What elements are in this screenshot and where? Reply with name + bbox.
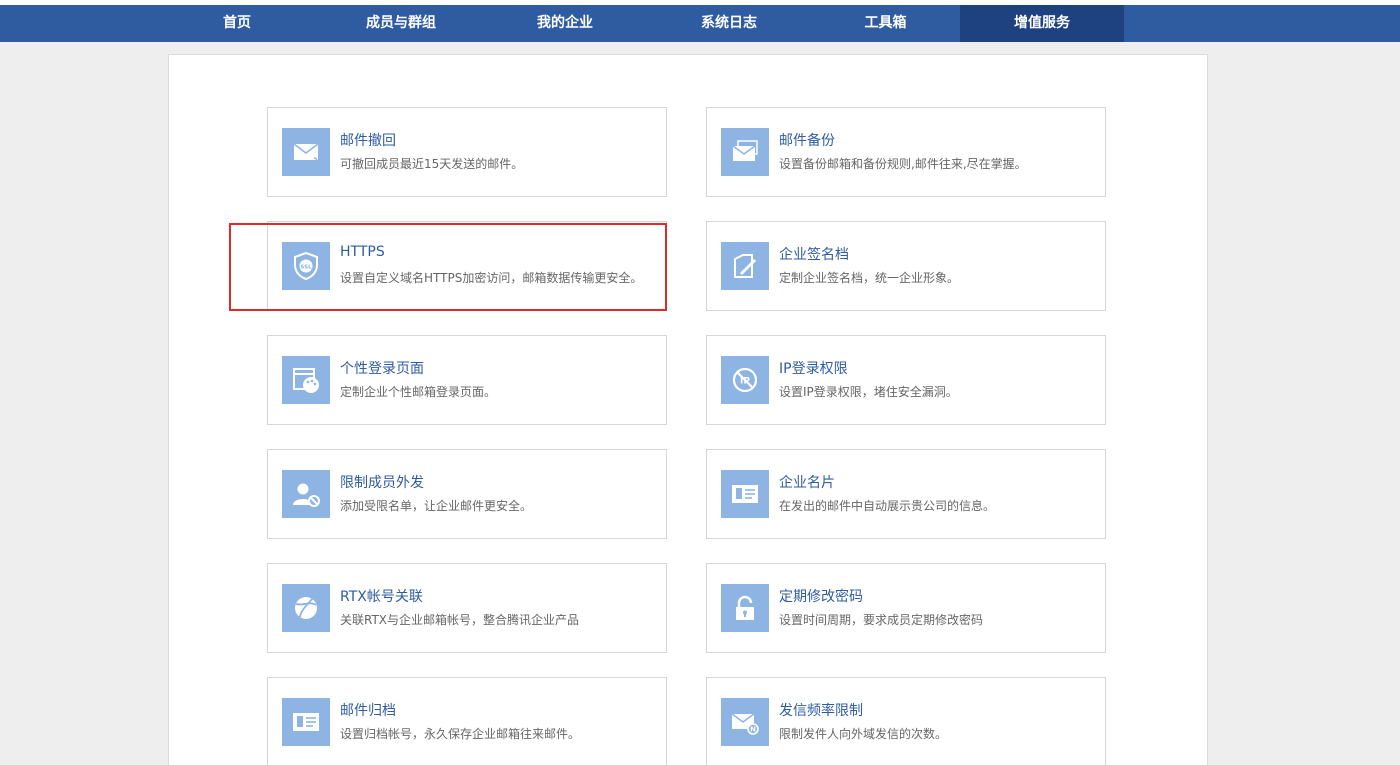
nav-toolbox[interactable]: 工具箱 bbox=[811, 5, 960, 42]
nav-home[interactable]: 首页 bbox=[155, 5, 319, 42]
service-card-mail-archive[interactable]: 邮件归档 设置归档帐号，永久保存企业邮箱往来邮件。 bbox=[267, 677, 667, 765]
service-title: 企业名片 bbox=[779, 475, 835, 491]
nav-menu: 首页 成员与群组 我的企业 系统日志 工具箱 增值服务 bbox=[155, 5, 1124, 42]
svg-text:N: N bbox=[750, 726, 756, 734]
service-card-mail-backup[interactable]: 邮件备份 设置备份邮箱和备份规则,邮件往来,尽在掌握。 bbox=[706, 107, 1106, 197]
service-desc: 设置自定义域名HTTPS加密访问，邮箱数据传输更安全。 bbox=[340, 271, 643, 285]
nav-my-enterprise[interactable]: 我的企业 bbox=[483, 5, 647, 42]
service-desc: 设置时间周期，要求成员定期修改密码 bbox=[779, 613, 984, 627]
service-title: IP登录权限 bbox=[779, 361, 848, 377]
service-desc: 设置备份邮箱和备份规则,邮件往来,尽在掌握。 bbox=[779, 157, 1027, 171]
service-desc: 定制企业签名档，统一企业形象。 bbox=[779, 271, 960, 285]
service-desc: 添加受限名单，让企业邮件更安全。 bbox=[340, 499, 533, 513]
service-card-restrict-external[interactable]: 限制成员外发 添加受限名单，让企业邮件更安全。 bbox=[267, 449, 667, 539]
service-card-rtx-link[interactable]: RTX帐号关联 关联RTX与企业邮箱帐号，整合腾讯企业产品 bbox=[267, 563, 667, 653]
service-title: RTX帐号关联 bbox=[340, 589, 423, 605]
top-navbar: 首页 成员与群组 我的企业 系统日志 工具箱 增值服务 bbox=[0, 5, 1400, 42]
service-title: HTTPS bbox=[340, 244, 385, 260]
padlock-icon bbox=[721, 584, 769, 632]
archive-card-icon bbox=[282, 698, 330, 746]
palette-window-icon bbox=[282, 356, 330, 404]
service-card-password-change[interactable]: 定期修改密码 设置时间周期，要求成员定期修改密码 bbox=[706, 563, 1106, 653]
service-desc: 设置归档帐号，永久保存企业邮箱往来邮件。 bbox=[340, 727, 581, 741]
svg-text:SSL: SSL bbox=[300, 264, 312, 270]
mail-recall-icon bbox=[282, 128, 330, 176]
service-title: 邮件撤回 bbox=[340, 133, 396, 149]
business-card-icon bbox=[721, 470, 769, 518]
mail-backup-icon bbox=[721, 128, 769, 176]
service-title: 邮件归档 bbox=[340, 703, 396, 719]
service-desc: 可撤回成员最近15天发送的邮件。 bbox=[340, 157, 524, 171]
mail-limit-icon: N bbox=[721, 698, 769, 746]
signature-pen-icon bbox=[721, 242, 769, 290]
ip-block-icon: IP bbox=[721, 356, 769, 404]
nav-members-groups[interactable]: 成员与群组 bbox=[319, 5, 483, 42]
service-desc: 设置IP登录权限，堵住安全漏洞。 bbox=[779, 385, 958, 399]
services-panel: 邮件撤回 可撤回成员最近15天发送的邮件。 邮件备份 设置备份邮箱和备份规则,邮… bbox=[168, 54, 1208, 765]
svg-text:IP: IP bbox=[740, 377, 750, 387]
service-title: 个性登录页面 bbox=[340, 361, 424, 377]
ssl-shield-icon: SSL bbox=[282, 242, 330, 290]
service-desc: 定制企业个性邮箱登录页面。 bbox=[340, 385, 497, 399]
service-title: 企业签名档 bbox=[779, 247, 849, 263]
service-card-mail-recall[interactable]: 邮件撤回 可撤回成员最近15天发送的邮件。 bbox=[267, 107, 667, 197]
service-desc: 限制发件人向外域发信的次数。 bbox=[779, 727, 948, 741]
service-title: 限制成员外发 bbox=[340, 475, 424, 491]
service-desc: 在发出的邮件中自动展示贵公司的信息。 bbox=[779, 499, 996, 513]
service-card-signature[interactable]: 企业签名档 定制企业签名档，统一企业形象。 bbox=[706, 221, 1106, 311]
service-title: 发信频率限制 bbox=[779, 703, 863, 719]
rtx-ball-icon bbox=[282, 584, 330, 632]
service-card-send-rate-limit[interactable]: N 发信频率限制 限制发件人向外域发信的次数。 bbox=[706, 677, 1106, 765]
nav-value-added-services[interactable]: 增值服务 bbox=[960, 5, 1124, 42]
service-title: 邮件备份 bbox=[779, 133, 835, 149]
service-card-custom-login-page[interactable]: 个性登录页面 定制企业个性邮箱登录页面。 bbox=[267, 335, 667, 425]
service-card-ip-login[interactable]: IP IP登录权限 设置IP登录权限，堵住安全漏洞。 bbox=[706, 335, 1106, 425]
nav-system-log[interactable]: 系统日志 bbox=[647, 5, 811, 42]
service-card-business-card[interactable]: 企业名片 在发出的邮件中自动展示贵公司的信息。 bbox=[706, 449, 1106, 539]
service-desc: 关联RTX与企业邮箱帐号，整合腾讯企业产品 bbox=[340, 613, 580, 627]
service-card-https[interactable]: SSL HTTPS 设置自定义域名HTTPS加密访问，邮箱数据传输更安全。 bbox=[267, 221, 667, 311]
user-block-icon bbox=[282, 470, 330, 518]
service-title: 定期修改密码 bbox=[779, 589, 863, 605]
